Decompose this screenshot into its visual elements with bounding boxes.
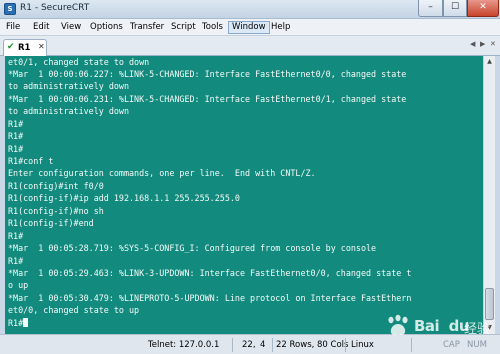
status-connection: Telnet: 127.0.0.1 [148, 340, 220, 350]
status-col: 4 [260, 340, 266, 350]
tab-r1[interactable]: ✔ R1 ✕ [3, 39, 47, 56]
session-tab-strip: ✔ R1 ✕ ◀ ▶ ✕ [0, 36, 500, 56]
terminal-line: et0/1, changed state to down [8, 57, 150, 67]
terminal-line: *Mar 1 00:05:29.463: %LINK-3-UPDOWN: Int… [8, 268, 412, 278]
status-divider [272, 338, 273, 352]
menu-script[interactable]: Script [168, 21, 199, 34]
terminal-line: R1# [8, 144, 24, 154]
status-os: Linux [351, 340, 374, 350]
menu-file[interactable]: File [3, 21, 23, 34]
status-size: 22 Rows, 80 Cols [276, 340, 349, 350]
terminal-line: Enter configuration commands, one per li… [8, 168, 316, 178]
status-caps: CAP [443, 340, 460, 350]
status-divider [411, 338, 412, 352]
baidu-watermark: Bai du 经验 [384, 314, 496, 338]
tab-scroll-right-icon[interactable]: ▶ [480, 40, 485, 48]
terminal-line: et0/0, changed state to up [8, 305, 140, 315]
securecrt-app-icon[interactable]: S [4, 3, 16, 15]
terminal-line: R1# [8, 119, 24, 129]
terminal-line: to administratively down [8, 106, 130, 116]
menu-edit[interactable]: Edit [30, 21, 52, 34]
status-row: 22, [242, 340, 256, 350]
baidu-paw-icon [388, 314, 408, 336]
menu-help[interactable]: Help [268, 21, 293, 34]
menu-bar: File Edit View Options Transfer Script T… [0, 19, 500, 36]
watermark-subtext: 经验 [464, 322, 491, 337]
tab-r1-label: R1 [18, 43, 31, 53]
terminal-line: R1(config)#int f0/0 [8, 181, 104, 191]
maximize-button[interactable]: ☐ [443, 0, 467, 17]
menu-options[interactable]: Options [87, 21, 126, 34]
menu-view[interactable]: View [58, 21, 84, 34]
tab-close-icon[interactable]: ✕ [38, 42, 45, 51]
menu-tools[interactable]: Tools [199, 21, 226, 34]
menu-transfer[interactable]: Transfer [127, 21, 167, 34]
scroll-up-arrow-icon[interactable]: ▲ [484, 56, 495, 68]
terminal-prompt-line: R1# [8, 318, 29, 329]
terminal-line: *Mar 1 00:05:30.479: %LINEPROTO-5-UPDOWN… [8, 293, 412, 303]
terminal-line: *Mar 1 00:00:06.227: %LINK-5-CHANGED: In… [8, 69, 407, 79]
terminal-line: R1# [8, 131, 24, 141]
terminal-prompt: R1# [8, 318, 24, 328]
status-num: NUM [467, 340, 487, 350]
title-bar: S R1 - SecureCRT – ☐ ✕ [0, 0, 500, 19]
close-button[interactable]: ✕ [467, 0, 499, 17]
watermark-text: Bai du [414, 317, 470, 335]
terminal-line: R1(config-if)#end [8, 218, 94, 228]
terminal-scrollbar[interactable]: ▲ ▼ [483, 56, 495, 334]
terminal-line: R1#conf t [8, 156, 54, 166]
terminal-line: R1(config-if)#no sh [8, 206, 104, 216]
terminal-line: R1# [8, 231, 24, 241]
terminal-line: to administratively down [8, 81, 130, 91]
terminal-line: *Mar 1 00:00:06.231: %LINK-5-CHANGED: In… [8, 94, 407, 104]
terminal-line: R1# [8, 256, 24, 266]
tab-scroll-left-icon[interactable]: ◀ [470, 40, 475, 48]
status-divider [345, 338, 346, 352]
tab-strip-close-icon[interactable]: ✕ [490, 40, 496, 48]
terminal-cursor [23, 318, 29, 327]
status-divider [232, 338, 233, 352]
terminal-line: *Mar 1 00:05:28.719: %SYS-5-CONFIG_I: Co… [8, 243, 377, 253]
minimize-button[interactable]: – [418, 0, 443, 17]
terminal-output[interactable]: et0/1, changed state to down *Mar 1 00:0… [5, 56, 483, 334]
connected-check-icon: ✔ [7, 42, 15, 52]
terminal-line: R1(config-if)#ip add 192.168.1.1 255.255… [8, 193, 240, 203]
terminal-line: o up [8, 280, 29, 290]
window-title: R1 - SecureCRT [20, 3, 90, 13]
menu-window[interactable]: Window [228, 21, 270, 34]
